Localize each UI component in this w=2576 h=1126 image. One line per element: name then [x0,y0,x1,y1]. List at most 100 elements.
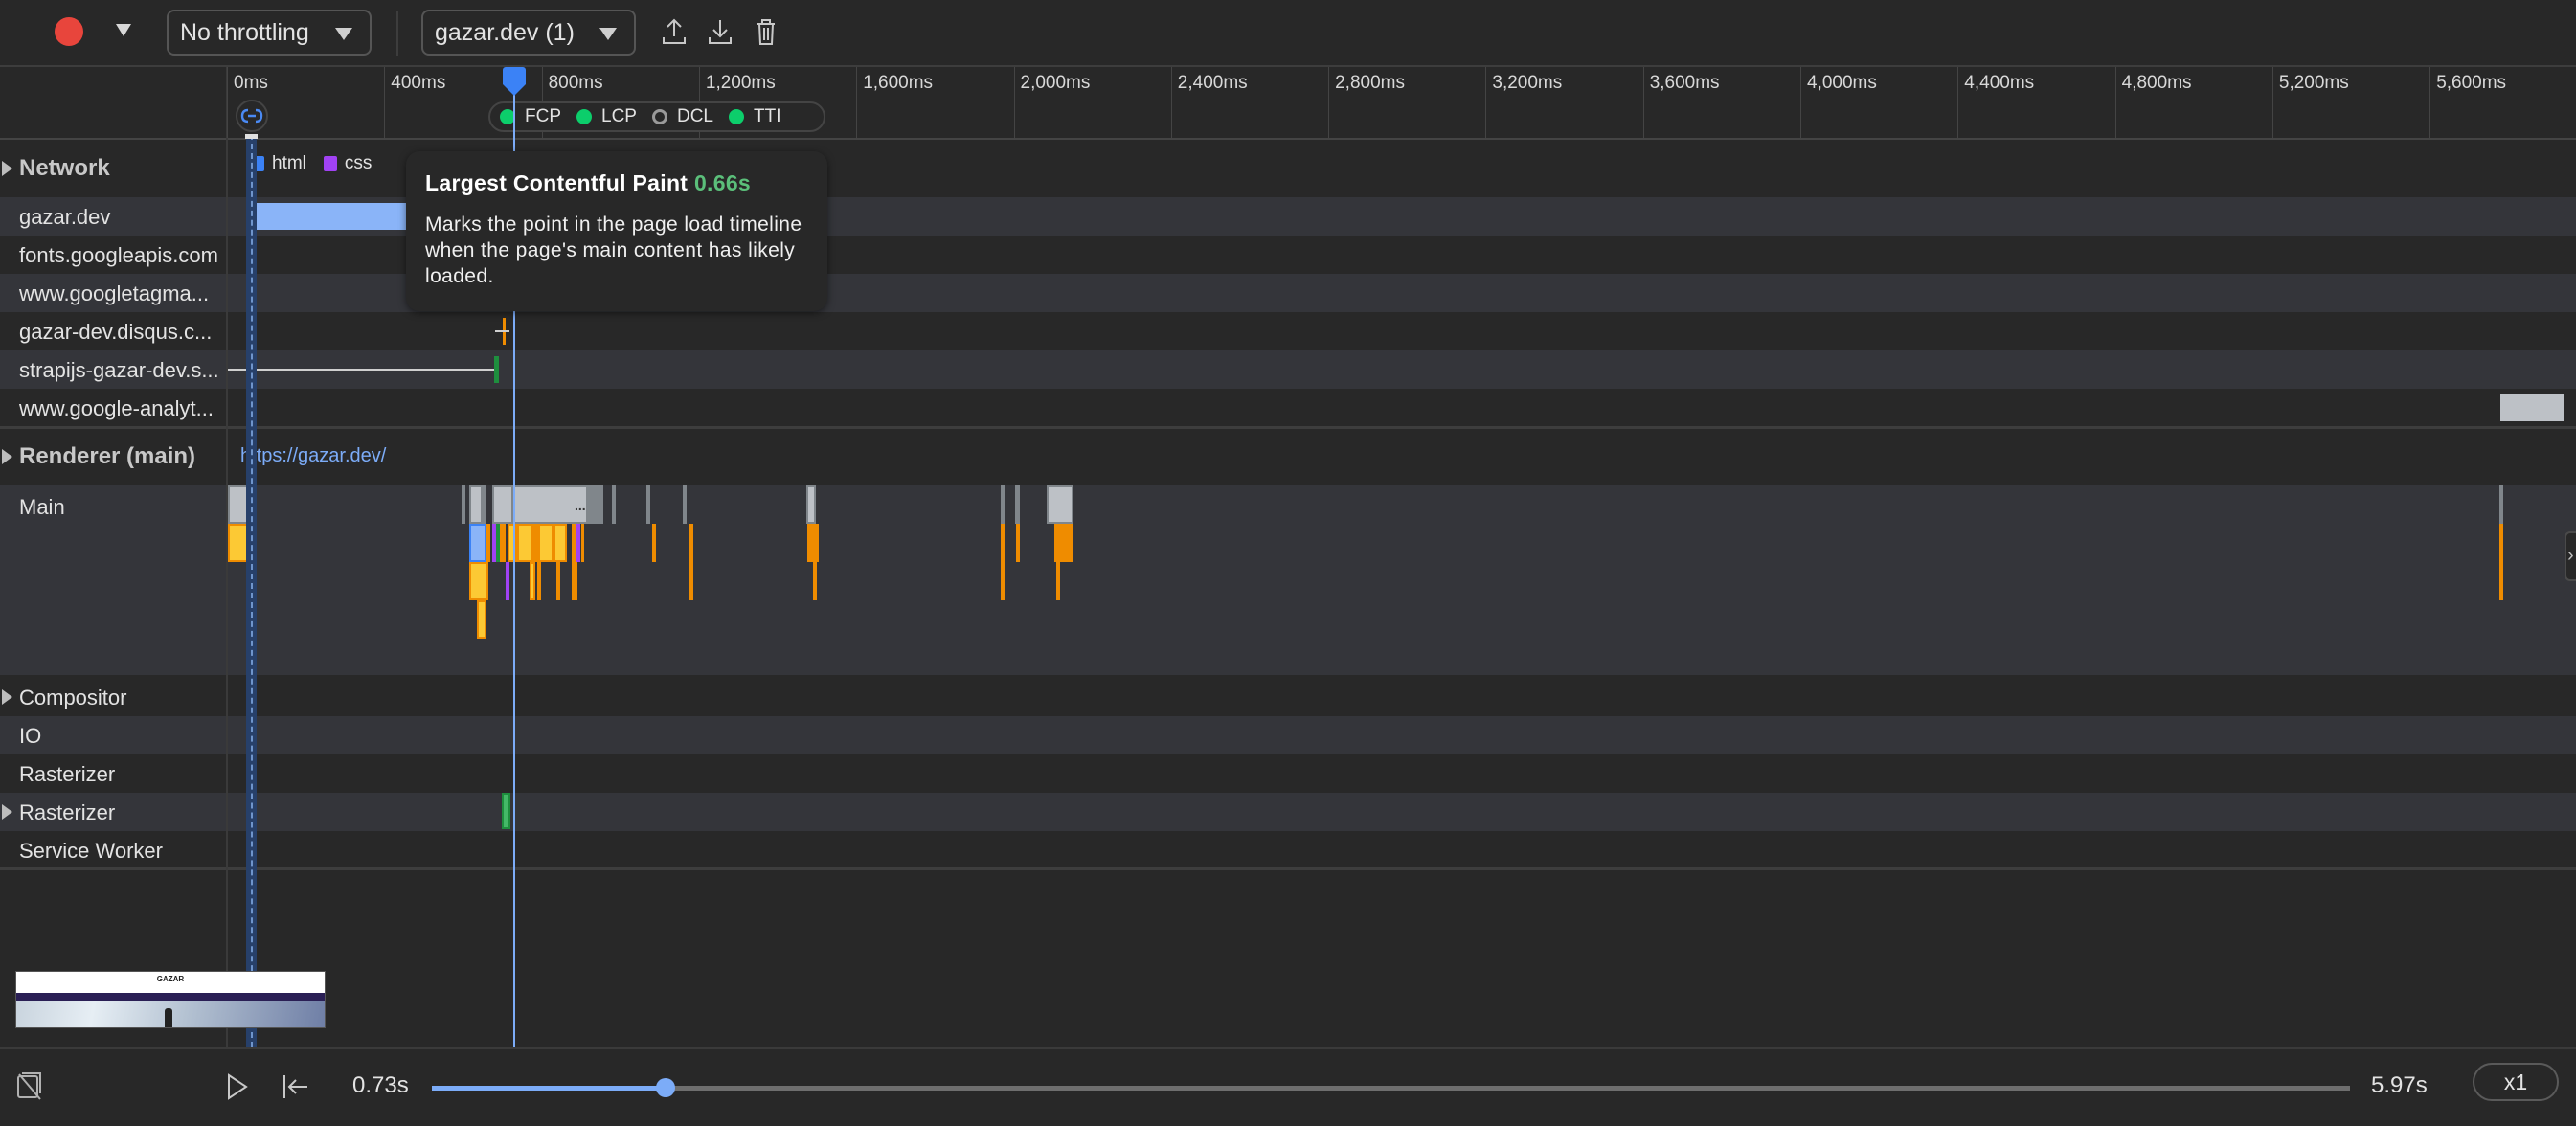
screenshots-toggle-icon[interactable] [15,1070,44,1101]
main-thread-task[interactable] [581,524,584,562]
main-thread-task[interactable] [506,562,509,600]
tooltip-title: Largest Contentful Paint 0.66s [425,170,808,196]
main-thread-task[interactable] [500,524,506,562]
main-thread-task[interactable] [469,524,486,562]
ruler-tick-label: 2,800ms [1335,73,1405,93]
main-thread-task[interactable] [807,524,819,562]
main-thread-task[interactable] [1001,562,1005,600]
toolbar: No throttling gazar.dev (1) [0,0,2576,67]
main-thread-task[interactable] [2499,485,2503,524]
jump-to-start-icon[interactable] [282,1072,310,1101]
main-thread-task[interactable] [1047,485,1073,524]
expand-caret-icon[interactable] [2,161,12,176]
throttling-value: No throttling [180,19,309,46]
network-row[interactable]: www.google-analyt... [0,389,2576,427]
main-thread-task[interactable] [538,524,554,562]
main-thread-task[interactable] [1054,524,1073,562]
thread-row[interactable]: Rasterizer [0,793,2576,831]
main-thread-task[interactable] [2499,562,2503,600]
slider-thumb[interactable] [656,1078,676,1097]
main-thread-task[interactable] [477,600,486,639]
expand-caret-icon[interactable] [2,804,12,820]
thread-row[interactable]: Compositor [0,678,2576,716]
metric-lcp-dot[interactable] [576,109,592,124]
ruler-tick-line [1328,67,1330,138]
main-thread-task[interactable] [469,562,488,600]
main-thread-task[interactable] [576,524,580,562]
main-thread-task[interactable] [530,562,535,600]
metric-tti-dot[interactable] [728,109,744,124]
request-bar-google-analytics[interactable] [2500,394,2564,421]
main-thread-task[interactable] [508,524,517,562]
tooltip-title-text: Largest Contentful Paint [425,170,689,195]
upload-icon[interactable] [661,17,688,46]
request-bar-html[interactable] [255,203,408,230]
label-column-border [226,138,228,1047]
thread-label: IO [19,724,42,748]
raster-task[interactable] [502,793,510,829]
expand-caret-icon[interactable] [2,449,12,464]
play-icon[interactable] [226,1072,249,1101]
main-thread-task[interactable] [554,524,567,562]
toolbar-divider [396,11,398,56]
main-thread-task[interactable] [806,485,816,524]
ruler-tick-label: 3,600ms [1649,73,1720,93]
renderer-group-header[interactable]: Renderer (main) [0,429,2576,484]
ruler-tick-line [2114,67,2116,138]
metric-dcl-label: DCL [676,106,713,126]
main-thread-task[interactable] [556,562,560,600]
main-thread-task[interactable] [462,485,465,524]
main-thread-task[interactable] [1015,485,1020,524]
network-row-label: gazar.dev [19,205,111,229]
filmstrip-thumbnail[interactable]: GAZAR [15,971,326,1028]
page-select[interactable]: gazar.dev (1) [421,10,636,56]
main-thread-task[interactable] [612,485,616,524]
main-thread-task[interactable] [689,524,693,562]
main-thread-task[interactable] [517,524,532,562]
record-menu-caret-icon[interactable] [116,24,131,36]
main-thread-task[interactable] [1056,562,1060,600]
main-thread-task[interactable] [537,562,541,600]
request-whisker-disqus[interactable] [495,330,509,332]
main-thread-task[interactable] [486,524,490,562]
main-thread-task[interactable] [572,524,576,562]
network-row[interactable]: www.googletagma... [0,274,2576,312]
main-thread-task[interactable] [1001,524,1005,562]
main-thread-task[interactable] [683,485,687,524]
thumbnail-figure [165,1008,172,1027]
main-thread-task[interactable] [572,562,577,600]
ruler-tick-label: 1,600ms [863,73,934,93]
thread-label: Rasterizer [19,800,116,824]
main-thread-task[interactable] [483,485,486,524]
renderer-url-link[interactable]: https://gazar.dev/ [240,445,386,467]
playback-speed-button[interactable]: x1 [2473,1063,2559,1101]
main-thread-task[interactable] [646,485,650,524]
network-row[interactable]: fonts.googleapis.com [0,236,2576,274]
main-thread-task[interactable] [652,524,656,562]
thread-row[interactable]: IO [0,716,2576,754]
trash-icon[interactable] [753,17,780,46]
main-thread-task[interactable] [689,562,693,600]
main-thread-task[interactable] [813,562,817,600]
main-thread-task[interactable] [1016,524,1020,562]
main-thread-task[interactable] [1001,485,1005,524]
download-icon[interactable] [707,17,734,46]
main-thread-task[interactable] [492,485,513,524]
main-thread-task[interactable] [2499,524,2503,562]
record-button[interactable] [55,17,83,46]
playback-slider[interactable] [432,1078,2350,1097]
network-row[interactable]: gazar-dev.disqus.c... [0,312,2576,350]
expand-caret-icon[interactable] [2,689,12,705]
thread-row[interactable]: Service Worker [0,831,2576,869]
request-whisker-strapijs[interactable] [228,369,494,371]
ruler-tick-label: 2,400ms [1177,73,1248,93]
metric-dcl-dot[interactable] [651,109,667,124]
sidebar-expand-button[interactable]: › [2565,531,2576,581]
navigation-marker[interactable] [236,100,268,132]
playhead-handle[interactable] [503,67,526,84]
main-thread-task[interactable] [469,485,483,524]
request-bar-strapijs[interactable] [494,356,499,383]
thread-row[interactable]: Rasterizer [0,754,2576,793]
network-group-header[interactable]: Network [0,140,2576,197]
throttling-select[interactable]: No throttling [167,10,372,56]
